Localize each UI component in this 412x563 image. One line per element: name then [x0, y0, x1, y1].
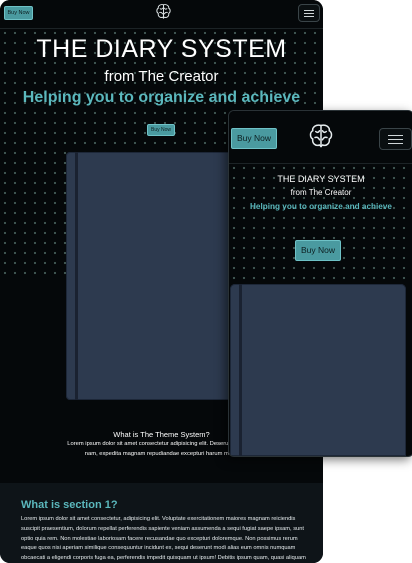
hamburger-icon [304, 13, 314, 14]
book-spine [239, 284, 242, 456]
mobile-page-subtitle: from The Creator [290, 188, 352, 197]
hamburger-icon [387, 143, 404, 144]
brain-icon[interactable] [306, 121, 336, 151]
desktop-page-subtitle: from The Creator [104, 68, 219, 85]
desktop-nav-buy-button[interactable]: Buy Now [4, 6, 33, 20]
brain-icon[interactable] [154, 2, 173, 21]
mobile-page-title: THE DIARY SYSTEM [277, 174, 365, 184]
desktop-hero-buy-button[interactable]: Buy Now [147, 124, 175, 136]
mobile-navbar: Buy Now [229, 111, 412, 164]
hamburger-icon [304, 16, 314, 17]
desktop-menu-button[interactable] [298, 4, 320, 22]
mobile-hero-buy-button[interactable]: Buy Now [295, 240, 341, 261]
mobile-nav-buy-button[interactable]: Buy Now [231, 128, 277, 149]
section-1-text: Lorem ipsum dolor sit amet consectetur, … [21, 516, 306, 562]
desktop-page-tagline: Helping you to organize and achieve [22, 89, 301, 106]
desktop-navbar: Buy Now [0, 0, 323, 29]
mobile-diary-image [230, 284, 406, 456]
mobile-view: Buy Now THE DIARY SYSTEM from The Creato… [228, 110, 412, 457]
desktop-page-title: THE DIARY SYSTEM [36, 35, 287, 63]
mobile-menu-button[interactable] [379, 128, 412, 150]
hamburger-icon [387, 135, 404, 136]
hamburger-icon [304, 10, 314, 11]
section-1-heading: What is section 1? [21, 499, 118, 511]
book-spine [75, 152, 78, 400]
hamburger-icon [387, 139, 404, 140]
mobile-page-tagline: Helping you to organize and achieve [250, 202, 392, 211]
desktop-section-1: What is section 1? Lorem ipsum dolor sit… [0, 483, 323, 563]
